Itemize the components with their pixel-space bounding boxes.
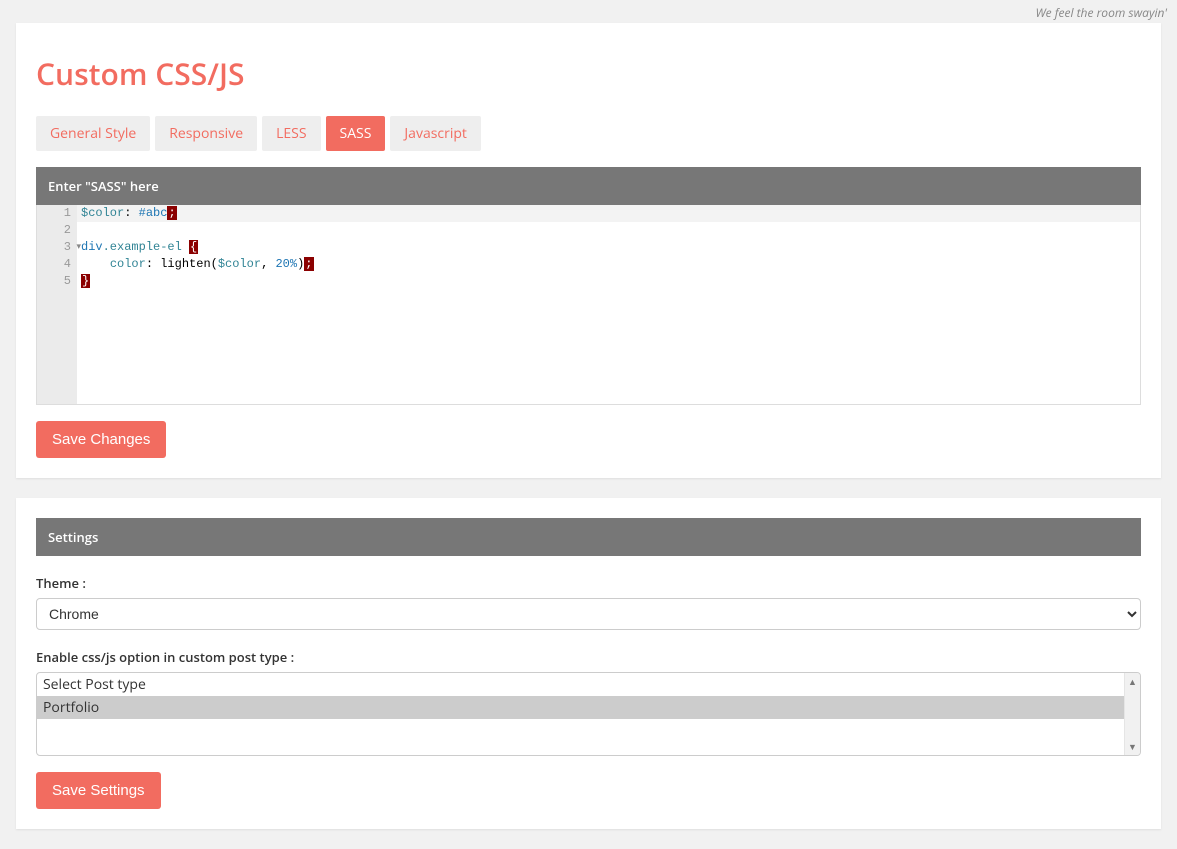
page-title: Custom CSS/JS <box>36 53 1141 94</box>
code-token: , <box>261 257 275 271</box>
code-token: color <box>110 257 146 271</box>
theme-label: Theme : <box>36 574 1141 592</box>
tab-javascript[interactable]: Javascript <box>390 116 481 151</box>
tab-general-style[interactable]: General Style <box>36 116 150 151</box>
code-error-token: ; <box>304 257 313 271</box>
code-token: lighten <box>160 257 210 271</box>
tab-sass[interactable]: SASS <box>326 116 386 151</box>
code-token: div <box>81 240 103 254</box>
line-number: 4 <box>43 256 71 273</box>
editor-gutter: 1 2 3▾ 4 5 <box>37 205 77 404</box>
save-changes-button[interactable]: Save Changes <box>36 421 166 458</box>
posttype-label: Enable css/js option in custom post type… <box>36 648 1141 666</box>
line-number: 2 <box>43 222 71 239</box>
posttype-multiselect[interactable]: Select Post type Portfolio ▲ ▼ <box>36 672 1141 756</box>
settings-panel: Settings Theme : Chrome Enable css/js op… <box>16 498 1161 829</box>
code-token: #abc <box>139 206 168 220</box>
editor-header: Enter "SASS" here <box>36 167 1141 205</box>
code-token: .example-el <box>103 240 182 254</box>
code-token: : <box>146 257 160 271</box>
scroll-down-icon[interactable]: ▼ <box>1128 740 1137 753</box>
line-number: 5 <box>43 273 71 290</box>
code-token: 20% <box>275 257 297 271</box>
top-tagline: We feel the room swayin' <box>0 0 1177 23</box>
custom-cssjs-panel: Custom CSS/JS General Style Responsive L… <box>16 23 1161 478</box>
code-error-token: } <box>81 274 90 288</box>
code-token: $color <box>218 257 261 271</box>
code-token: : <box>124 206 138 220</box>
code-token: ( <box>211 257 218 271</box>
settings-header: Settings <box>36 518 1141 556</box>
theme-select[interactable]: Chrome <box>36 598 1141 630</box>
line-number: 3▾ <box>43 239 71 256</box>
code-token <box>182 240 189 254</box>
code-area[interactable]: $color: #abc; div.example-el { color: li… <box>77 205 1140 404</box>
scroll-up-icon[interactable]: ▲ <box>1128 675 1137 688</box>
tab-responsive[interactable]: Responsive <box>155 116 257 151</box>
code-token <box>81 257 110 271</box>
posttype-option-portfolio[interactable]: Portfolio <box>37 696 1124 719</box>
line-number: 1 <box>43 205 71 222</box>
code-error-token: ; <box>167 206 176 220</box>
posttype-option-placeholder[interactable]: Select Post type <box>37 673 1124 696</box>
active-line-highlight <box>77 205 1140 222</box>
code-editor[interactable]: 1 2 3▾ 4 5 $color: #abc; div.example-el … <box>36 205 1141 405</box>
tab-less[interactable]: LESS <box>262 116 320 151</box>
multiselect-scrollbar[interactable]: ▲ ▼ <box>1124 673 1140 755</box>
save-settings-button[interactable]: Save Settings <box>36 772 161 809</box>
tabs-bar: General Style Responsive LESS SASS Javas… <box>36 116 1141 151</box>
code-token: $color <box>81 206 124 220</box>
code-error-token: { <box>189 240 198 254</box>
